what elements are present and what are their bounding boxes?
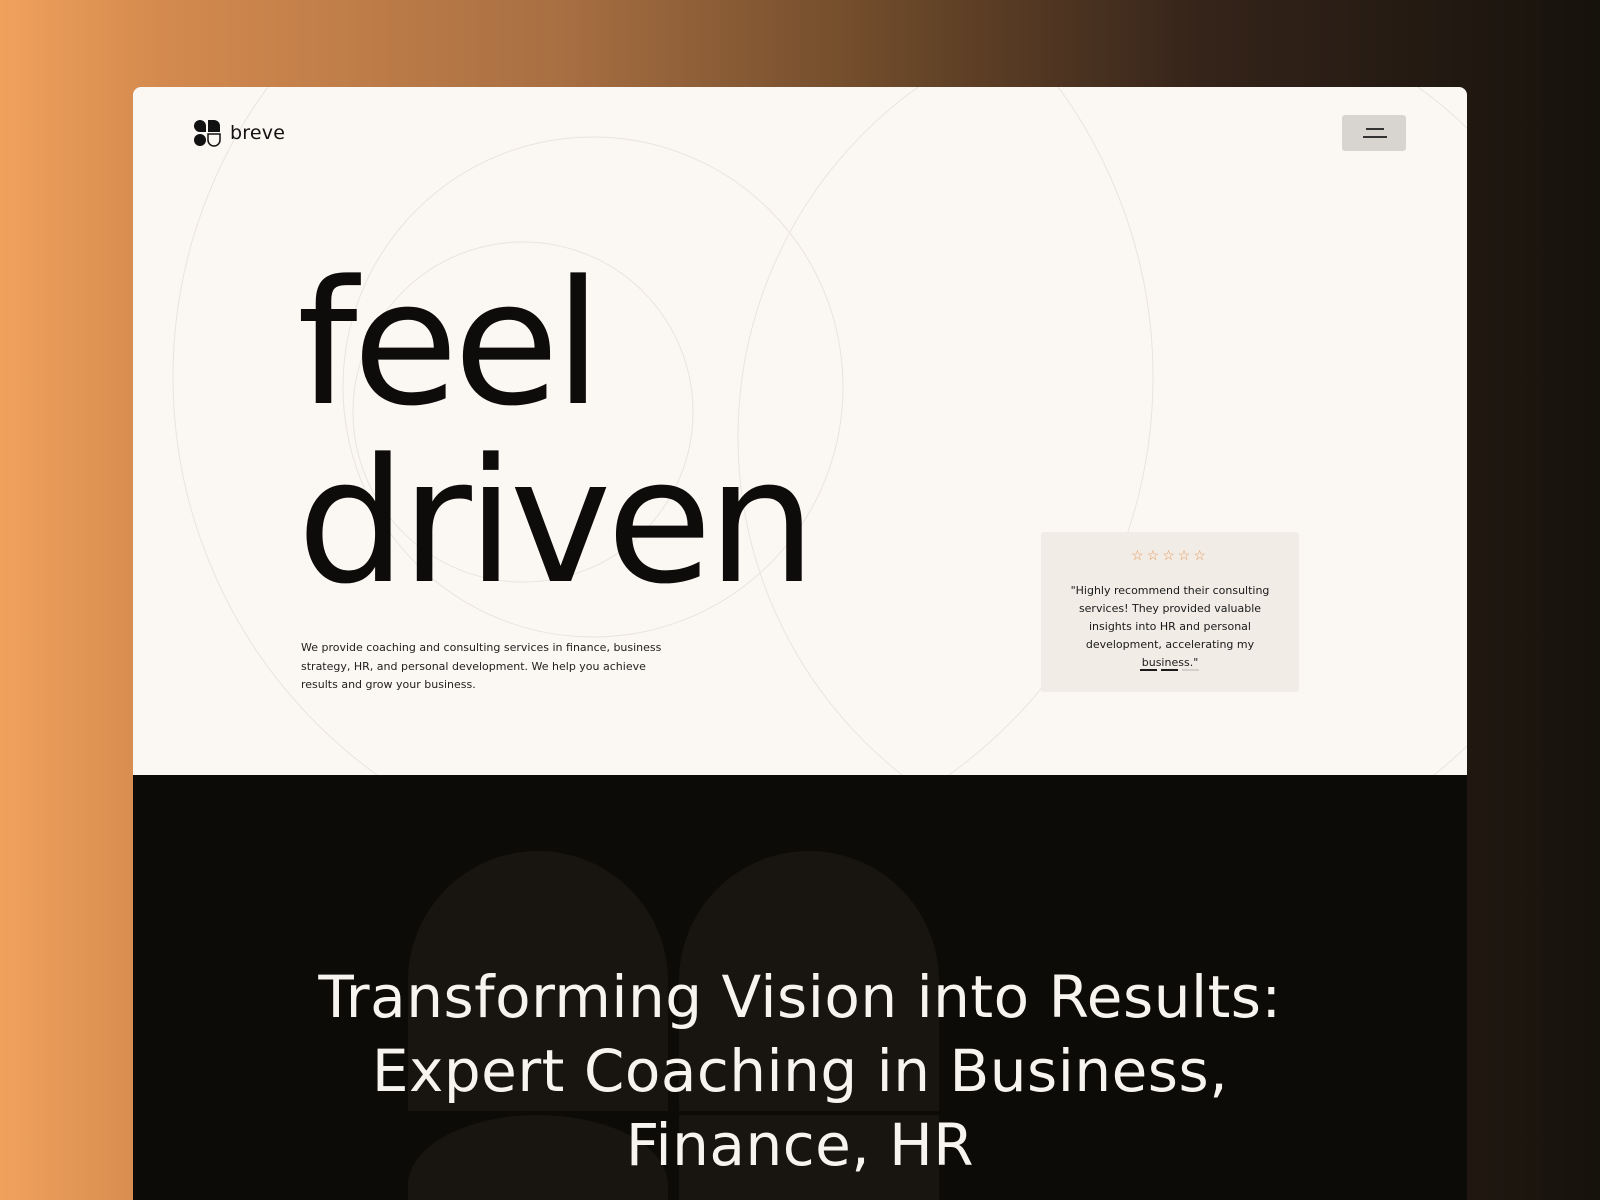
hamburger-menu-icon xyxy=(1366,128,1384,130)
section-title: Transforming Vision into Results: Expert… xyxy=(318,963,1282,1179)
hero-section: breve feel driven We provide coaching an… xyxy=(133,87,1467,775)
menu-button[interactable] xyxy=(1342,115,1406,151)
services-section: Transforming Vision into Results: Expert… xyxy=(133,775,1467,1200)
slider-dot-3[interactable] xyxy=(1182,669,1199,671)
testimonial-card: ☆☆☆☆☆ "Highly recommend their consulting… xyxy=(1041,532,1299,692)
testimonial-quote: "Highly recommend their consulting servi… xyxy=(1070,584,1270,669)
hero-headline: feel driven xyxy=(297,243,816,622)
headline-line-1: feel xyxy=(297,243,602,444)
slider-dot-1[interactable] xyxy=(1140,669,1157,671)
hamburger-menu-icon-line xyxy=(1363,136,1387,138)
slider-pagination xyxy=(1140,669,1199,671)
slider-dot-2[interactable] xyxy=(1161,669,1178,671)
headline-line-2: driven xyxy=(297,421,816,622)
brand-name: breve xyxy=(230,122,286,144)
landing-page-frame: breve feel driven We provide coaching an… xyxy=(133,87,1467,1200)
hero-description: We provide coaching and consulting servi… xyxy=(301,641,662,691)
breve-logo-icon xyxy=(194,120,221,147)
brand-logo[interactable]: breve xyxy=(193,119,285,147)
star-rating-icon: ☆☆☆☆☆ xyxy=(1131,547,1209,563)
